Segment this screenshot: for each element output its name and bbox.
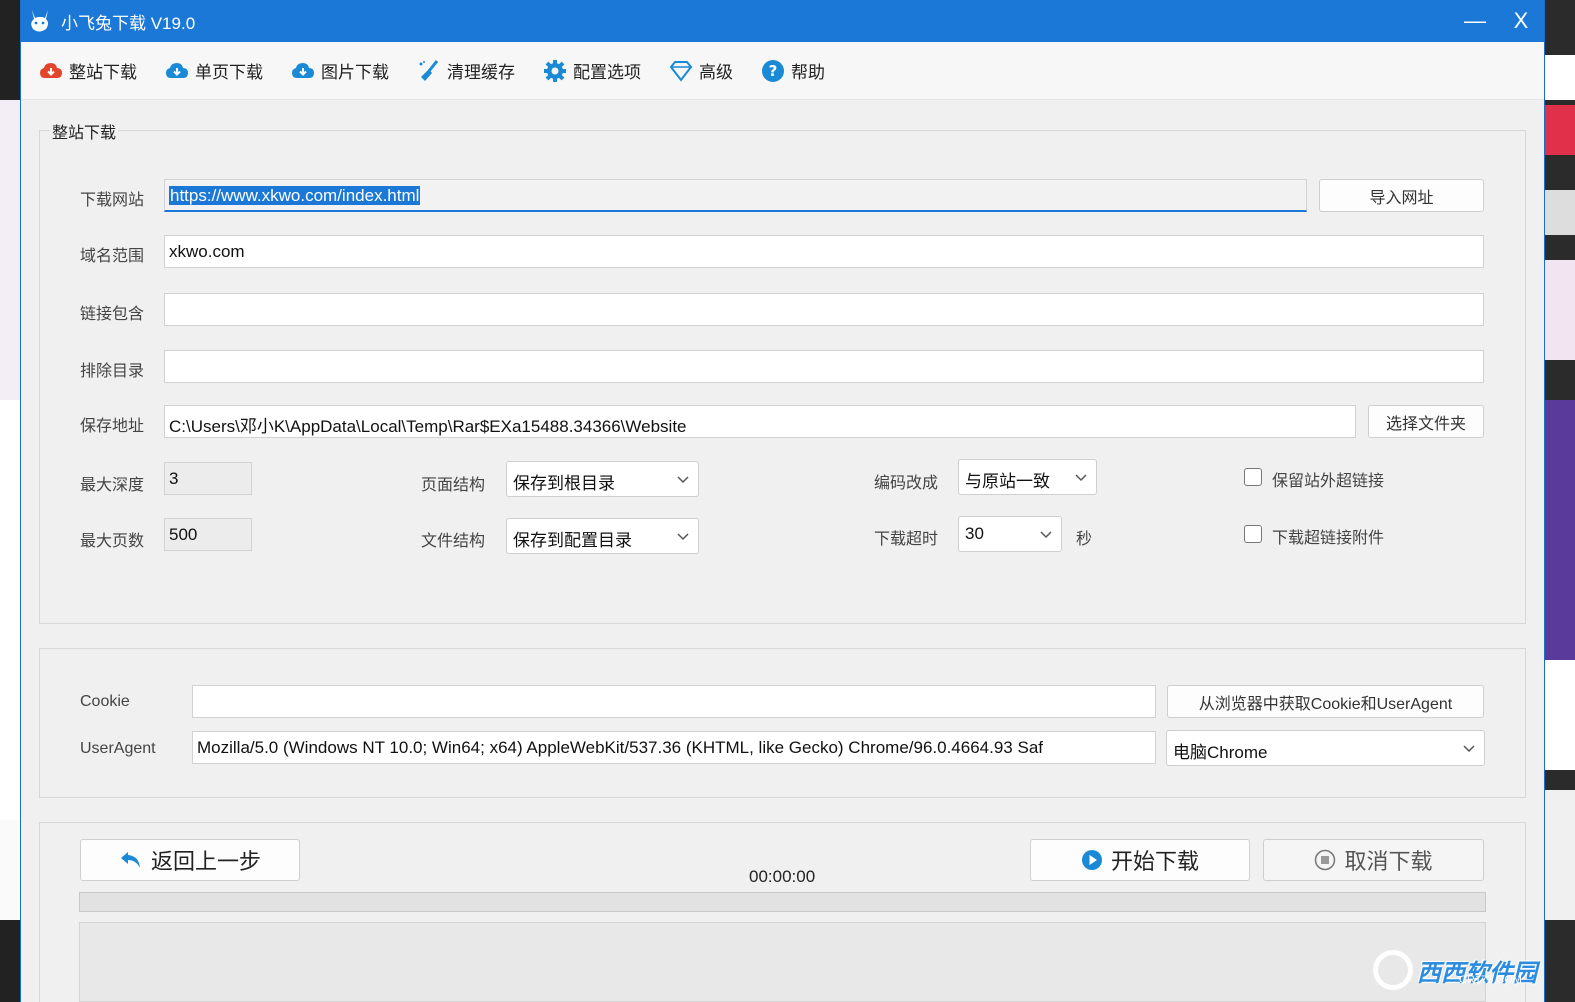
useragent-label: UserAgent [80,740,156,757]
domain-input[interactable]: xkwo.com [164,235,1484,268]
toolbar-site-download[interactable]: 整站下载 [39,58,137,83]
back-button[interactable]: 返回上一步 [80,839,300,881]
chevron-down-icon [677,476,689,484]
title-bar[interactable]: 小飞兔下载 V19.0 — X [21,0,1544,42]
page-structure-value: 保存到根目录 [513,474,615,493]
toolbar: 整站下载 单页下载 图片下载 清理缓存 配置选项 高级 ? 帮助 [21,42,1544,100]
desktop-background-right [1545,0,1575,1002]
watermark-subtext: CR173.COM [1459,974,1522,986]
toolbar-label: 清理缓存 [447,63,515,82]
file-structure-label: 文件结构 [421,533,486,550]
svg-text:?: ? [769,62,778,80]
exclude-dir-label: 排除目录 [80,363,145,380]
minimize-button[interactable]: — [1452,8,1498,34]
cancel-download-label: 取消下载 [1344,849,1433,874]
close-button[interactable]: X [1498,8,1544,34]
site-watermark: 西西软件园 CR173.COM [1373,948,1545,992]
cloud-download-icon [166,62,188,78]
gear-icon [544,59,566,82]
toolbar-page-download[interactable]: 单页下载 [165,58,263,83]
link-contains-label: 链接包含 [80,306,145,323]
cloud-download-red-icon [40,62,62,78]
save-path-label: 保存地址 [80,418,145,435]
import-url-button[interactable]: 导入网址 [1319,179,1484,212]
toolbar-label: 帮助 [791,63,825,82]
broom-icon [419,59,439,81]
encoding-select[interactable]: 与原站一致 [958,459,1097,495]
max-pages-input[interactable]: 500 [164,518,252,551]
play-circle-icon [1081,850,1102,870]
toolbar-help[interactable]: ? 帮助 [761,58,825,83]
useragent-preset-select[interactable]: 电脑Chrome [1166,730,1485,766]
undo-arrow-icon [120,852,140,868]
chevron-down-icon [1075,474,1087,482]
url-label: 下载网站 [80,192,145,209]
download-attachments-label[interactable]: 下载超链接附件 [1272,524,1384,548]
diamond-icon [669,60,693,82]
url-input[interactable]: https://www.xkwo.com/index.html [164,179,1307,212]
toolbar-settings[interactable]: 配置选项 [543,58,641,83]
url-input-text: https://www.xkwo.com/index.html [169,186,421,205]
cookie-input[interactable] [192,685,1156,718]
fetch-cookie-button[interactable]: 从浏览器中获取Cookie和UserAgent [1167,685,1484,718]
elapsed-timer: 00:00:00 [749,867,816,886]
encoding-value: 与原站一致 [965,472,1050,491]
file-structure-select[interactable]: 保存到配置目录 [506,518,699,554]
rabbit-logo-icon [25,7,53,35]
request-headers-group [39,648,1526,798]
watermark-logo-icon [1373,950,1413,990]
link-contains-input[interactable] [164,293,1484,326]
progress-bar [79,892,1486,912]
exclude-dir-input[interactable] [164,350,1484,383]
start-download-label: 开始下载 [1110,849,1199,874]
toolbar-label: 配置选项 [573,63,641,82]
file-structure-value: 保存到配置目录 [513,531,632,550]
page-structure-select[interactable]: 保存到根目录 [506,461,699,497]
cookie-label: Cookie [80,693,130,710]
toolbar-advanced[interactable]: 高级 [669,58,733,83]
timeout-label: 下载超时 [874,531,939,548]
start-download-button[interactable]: 开始下载 [1030,839,1250,881]
page-structure-label: 页面结构 [421,477,486,494]
save-path-input[interactable]: C:\Users\邓小K\AppData\Local\Temp\Rar$EXa1… [164,405,1356,438]
stop-circle-icon [1315,849,1336,871]
cloud-download-icon [292,62,314,78]
download-attachments-checkbox[interactable] [1244,525,1262,543]
encoding-label: 编码改成 [874,475,939,492]
timeout-value: 30 [965,524,984,543]
chevron-down-icon [1040,531,1052,539]
help-icon: ? [762,59,784,82]
toolbar-image-download[interactable]: 图片下载 [291,58,389,83]
max-depth-label: 最大深度 [80,477,145,494]
useragent-preset-value: 电脑Chrome [1173,743,1268,762]
back-button-label: 返回上一步 [150,849,261,874]
max-depth-input[interactable]: 3 [164,462,252,495]
desktop-background-left [0,0,20,1002]
keep-external-links-checkbox[interactable] [1244,468,1262,486]
log-area[interactable] [79,922,1486,1002]
choose-folder-button[interactable]: 选择文件夹 [1368,405,1484,438]
timeout-unit: 秒 [1076,531,1093,548]
toolbar-label: 整站下载 [69,63,137,82]
keep-external-links-label[interactable]: 保留站外超链接 [1272,467,1384,491]
app-window: 小飞兔下载 V19.0 — X 整站下载 单页下载 图片下载 清理缓存 配置选项 [20,0,1545,1002]
toolbar-label: 单页下载 [195,63,263,82]
toolbar-label: 高级 [699,63,733,82]
useragent-input[interactable]: Mozilla/5.0 (Windows NT 10.0; Win64; x64… [192,731,1156,764]
cancel-download-button[interactable]: 取消下载 [1263,839,1484,881]
chevron-down-icon [1463,745,1475,753]
timeout-select[interactable]: 30 [958,516,1062,552]
domain-label: 域名范围 [80,248,145,265]
toolbar-label: 图片下载 [321,63,389,82]
toolbar-clear-cache[interactable]: 清理缓存 [417,58,515,83]
group-legend: 整站下载 [50,119,119,143]
window-title: 小飞兔下载 V19.0 [61,13,196,33]
max-pages-label: 最大页数 [80,533,145,550]
chevron-down-icon [677,533,689,541]
